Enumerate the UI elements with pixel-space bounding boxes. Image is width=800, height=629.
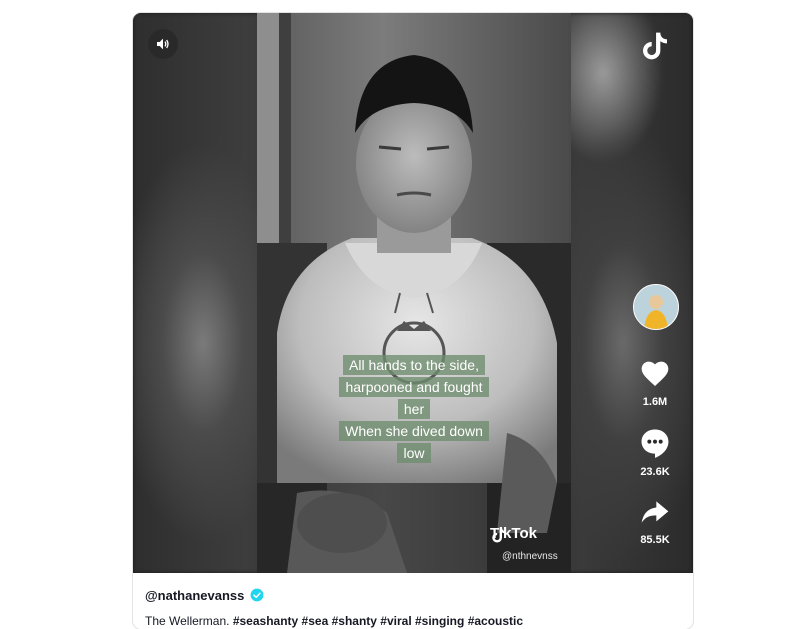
video-still-image (257, 13, 571, 573)
video-info: @nathanevanss The Wellerman. #seashanty … (145, 586, 685, 629)
author-row: @nathanevanss (145, 586, 685, 604)
share-count: 85.5K (640, 534, 670, 546)
hashtag-link[interactable]: #viral (380, 614, 411, 628)
tiktok-watermark-icon (492, 527, 506, 543)
hashtag-link[interactable]: #shanty (332, 614, 377, 628)
video-player[interactable]: All hands to the side, harpooned and fou… (133, 13, 693, 573)
caption-line: harpooned and fought (339, 377, 489, 397)
description-text: The Wellerman. (145, 614, 230, 628)
watermark-handle: @nthnevnss (502, 551, 558, 562)
verified-badge-icon (250, 588, 264, 602)
like-count: 1.6M (642, 396, 668, 408)
comment-count: 23.6K (640, 466, 670, 478)
comment-action[interactable]: 23.6K (625, 426, 685, 478)
video-description: The Wellerman. #seashanty #sea #shanty #… (145, 614, 685, 628)
volume-icon (157, 38, 169, 50)
lyrics-caption: All hands to the side, harpooned and fou… (319, 354, 509, 464)
hashtag-link[interactable]: #singing (415, 614, 464, 628)
like-action[interactable]: 1.6M (625, 358, 685, 408)
caption-line: her (397, 399, 431, 419)
caption-line: low (397, 443, 431, 463)
share-action[interactable]: 85.5K (625, 496, 685, 546)
volume-button[interactable] (148, 29, 178, 59)
heart-icon (641, 361, 669, 386)
video-frame[interactable]: All hands to the side, harpooned and fou… (257, 13, 571, 573)
caption-line: When she dived down (339, 421, 489, 441)
tiktok-watermark: TikTok (490, 525, 537, 543)
author-username[interactable]: @nathanevanss (145, 588, 244, 603)
comment-icon (641, 429, 669, 458)
hashtag-link[interactable]: #seashanty (233, 614, 298, 628)
tiktok-logo-icon[interactable] (639, 29, 671, 68)
tiktok-embed: All hands to the side, harpooned and fou… (133, 13, 693, 629)
share-icon (641, 501, 669, 523)
hashtag-link[interactable]: #acoustic (468, 614, 523, 628)
hashtag-link[interactable]: #sea (302, 614, 329, 628)
caption-line: All hands to the side, (343, 355, 485, 375)
author-avatar[interactable] (633, 284, 679, 330)
